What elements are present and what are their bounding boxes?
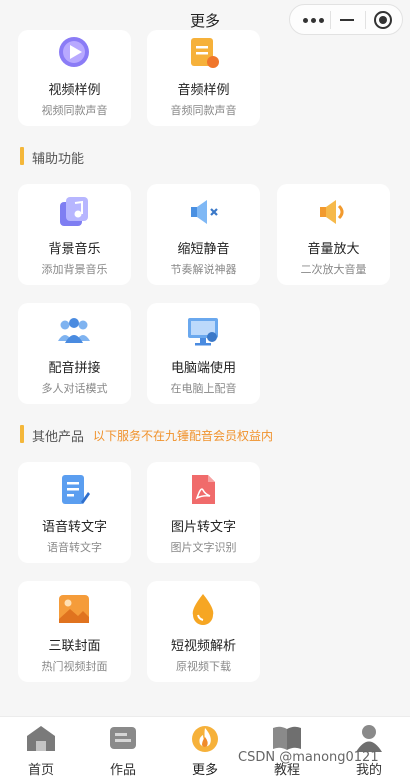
speaker-loud-icon xyxy=(320,200,344,224)
tab-tutorial[interactable]: 教程 xyxy=(246,717,328,777)
card-title: 电脑端使用 xyxy=(170,361,236,376)
card-subtitle: 图片文字识别 xyxy=(170,541,237,554)
card-subtitle: 多人对话模式 xyxy=(41,382,108,395)
card-subtitle: 热门视频封面 xyxy=(41,660,108,673)
card-title: 三联封面 xyxy=(48,639,101,654)
minimize-button[interactable] xyxy=(340,19,354,21)
section-note: 以下服务不在九锤配音会员权益内 xyxy=(93,429,274,443)
card-audio-sample[interactable]: 音频样例 音频同款声音 xyxy=(147,30,260,126)
speaker-mute-icon xyxy=(191,200,218,224)
card-dub-splice[interactable]: 配音拼接 多人对话模式 xyxy=(18,303,131,404)
section-label: 其他产品 xyxy=(32,430,85,445)
card-volume-boost[interactable]: 音量放大 二次放大音量 xyxy=(277,184,390,285)
book-icon xyxy=(273,726,301,750)
doc-pen-icon xyxy=(62,475,90,504)
card-title: 视频样例 xyxy=(48,83,101,98)
card-subtitle: 在电脑上配音 xyxy=(170,382,237,395)
card-desktop-use[interactable]: 电脑端使用 在电脑上配音 xyxy=(147,303,260,404)
card-subtitle: 语音转文字 xyxy=(47,541,102,554)
pdf-doc-icon xyxy=(192,475,215,504)
audio-doc-icon xyxy=(191,38,219,68)
video-play-icon xyxy=(59,37,89,67)
card-shorten-silence[interactable]: 缩短静音 节奏解说神器 xyxy=(147,184,260,285)
droplet-icon xyxy=(192,594,214,625)
card-subtitle: 原视频下载 xyxy=(176,660,231,673)
music-note-icon xyxy=(60,197,88,226)
card-subtitle: 添加背景音乐 xyxy=(41,263,108,276)
card-title: 语音转文字 xyxy=(41,520,107,535)
card-title: 背景音乐 xyxy=(48,242,101,257)
card-triptych-cover[interactable]: 三联封面 热门视频封面 xyxy=(18,581,131,682)
tab-label: 更多 xyxy=(191,763,218,777)
tab-label: 作品 xyxy=(109,763,136,777)
card-title: 音量放大 xyxy=(307,242,360,257)
people-group-icon xyxy=(58,318,90,343)
card-title: 缩短静音 xyxy=(177,242,230,257)
card-speech-to-text[interactable]: 语音转文字 语音转文字 xyxy=(18,462,131,563)
section-label: 辅助功能 xyxy=(32,152,85,167)
card-video-sample[interactable]: 视频样例 视频同款声音 xyxy=(18,30,131,126)
more-options-button[interactable] xyxy=(303,18,325,23)
watermark-text: CSDN @manong0121 xyxy=(238,750,379,765)
card-short-video-parse[interactable]: 短视频解析 原视频下载 xyxy=(147,581,260,682)
card-title: 音频样例 xyxy=(177,83,230,98)
section-other: 其他产品 以下服务不在九锤配音会员权益内 xyxy=(20,424,320,445)
card-title: 配音拼接 xyxy=(48,361,101,376)
section-bar xyxy=(20,147,24,165)
bottom-tab-bar: 首页 作品 更多 教程 我的 xyxy=(0,716,410,777)
user-icon xyxy=(356,725,382,752)
card-subtitle: 节奏解说神器 xyxy=(170,263,237,276)
card-background-music[interactable]: 背景音乐 添加背景音乐 xyxy=(18,184,131,285)
close-miniapp-button[interactable] xyxy=(374,11,392,29)
image-icon xyxy=(59,595,89,623)
card-image-to-text[interactable]: 图片转文字 图片文字识别 xyxy=(147,462,260,563)
tab-home[interactable]: 首页 xyxy=(0,717,82,777)
flame-icon xyxy=(192,726,218,752)
card-title: 短视频解析 xyxy=(170,639,236,654)
menu-capsule xyxy=(289,4,403,35)
tab-mine[interactable]: 我的 xyxy=(328,717,410,777)
works-card-icon xyxy=(110,727,136,749)
tab-label: 首页 xyxy=(27,763,54,777)
card-subtitle: 音频同款声音 xyxy=(170,104,237,117)
tab-more[interactable]: 更多 xyxy=(164,717,246,777)
desktop-computer-icon xyxy=(188,318,218,346)
card-subtitle: 视频同款声音 xyxy=(41,104,108,117)
tab-works[interactable]: 作品 xyxy=(82,717,164,777)
section-bar xyxy=(20,425,24,443)
card-title: 图片转文字 xyxy=(170,520,236,535)
home-icon xyxy=(27,726,55,751)
card-subtitle: 二次放大音量 xyxy=(300,263,367,276)
